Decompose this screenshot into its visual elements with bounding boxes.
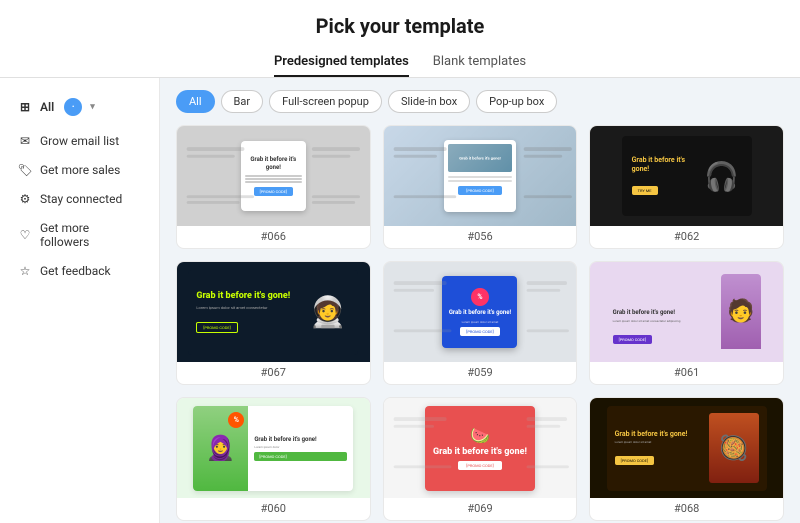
- template-preview-060: % 🧕 Grab it before it's gone! Lorem ipsu…: [193, 406, 353, 491]
- template-label-060: #060: [177, 498, 370, 520]
- pill-bar[interactable]: Bar: [221, 90, 264, 113]
- pill-slidein[interactable]: Slide-in box: [388, 90, 470, 113]
- template-preview-067: Grab it before it's gone! Lorem ipsum do…: [188, 270, 358, 355]
- template-label-056: #056: [384, 226, 577, 248]
- feedback-icon: ☆: [18, 264, 32, 278]
- pill-popup[interactable]: Pop-up box: [476, 90, 557, 113]
- template-preview-061: Grab it before it's gone! Lorem ipsum do…: [607, 270, 767, 355]
- chevron-icon: ▾: [90, 102, 95, 112]
- template-label-062: #062: [590, 226, 783, 248]
- template-card-060[interactable]: % 🧕 Grab it before it's gone! Lorem ipsu…: [176, 397, 371, 521]
- sidebar-item-stay-connected[interactable]: ⚙ Stay connected: [4, 185, 155, 213]
- template-label-061: #061: [590, 362, 783, 384]
- sidebar-item-get-followers[interactable]: ♡ Get more followers: [4, 214, 155, 256]
- grid-icon: ⊞: [18, 100, 32, 114]
- all-badge: ·: [64, 98, 82, 116]
- template-card-069[interactable]: 🍉 Grab it before it's gone! [PROMO CODE]…: [383, 397, 578, 521]
- template-label-068: #068: [590, 498, 783, 520]
- sidebar-item-get-sales[interactable]: 🏷 Get more sales: [4, 156, 155, 184]
- tab-bar: Predesigned templates Blank templates: [0, 48, 800, 77]
- sidebar-get-sales-label: Get more sales: [40, 163, 120, 177]
- main-layout: ⊞ All · ▾ ✉ Grow email list 🏷 Get more s…: [0, 78, 800, 523]
- template-card-056[interactable]: [PROMO CODE] #056: [383, 125, 578, 249]
- template-card-059[interactable]: % Grab it before it's gone! Lorem ipsum …: [383, 261, 578, 385]
- template-label-067: #067: [177, 362, 370, 384]
- template-card-068[interactable]: Grab it before it's gone! Lorem ipsum do…: [589, 397, 784, 521]
- template-label-066: #066: [177, 226, 370, 248]
- person-icon: 🧑: [721, 274, 761, 349]
- food-icon: 🥘: [709, 413, 759, 483]
- sales-icon: 🏷: [18, 163, 32, 177]
- header: Pick your template Predesigned templates…: [0, 0, 800, 78]
- template-card-067[interactable]: Grab it before it's gone! Lorem ipsum do…: [176, 261, 371, 385]
- page-title: Pick your template: [0, 14, 800, 38]
- template-label-069: #069: [384, 498, 577, 520]
- sidebar-item-all[interactable]: ⊞ All · ▾: [4, 91, 155, 123]
- sidebar-item-grow-email[interactable]: ✉ Grow email list: [4, 127, 155, 155]
- sidebar: ⊞ All · ▾ ✉ Grow email list 🏷 Get more s…: [0, 78, 160, 523]
- sidebar-get-followers-label: Get more followers: [40, 221, 141, 249]
- template-card-066[interactable]: Grab it before it's gone! [PROMO CODE] #…: [176, 125, 371, 249]
- sidebar-item-get-feedback[interactable]: ☆ Get feedback: [4, 257, 155, 285]
- sidebar-stay-connected-label: Stay connected: [40, 192, 122, 206]
- template-card-061[interactable]: Grab it before it's gone! Lorem ipsum do…: [589, 261, 784, 385]
- email-icon: ✉: [18, 134, 32, 148]
- template-label-059: #059: [384, 362, 577, 384]
- tab-blank[interactable]: Blank templates: [433, 48, 526, 77]
- template-card-062[interactable]: Grab it before it's gone! TRY ME 🎧 #062: [589, 125, 784, 249]
- pill-all[interactable]: All: [176, 90, 215, 113]
- filter-pills: All Bar Full-screen popup Slide-in box P…: [176, 90, 784, 113]
- connected-icon: ⚙: [18, 192, 32, 206]
- followers-icon: ♡: [18, 228, 32, 242]
- headphones-icon: 🎧: [704, 160, 739, 193]
- content-area: All Bar Full-screen popup Slide-in box P…: [160, 78, 800, 523]
- tab-predesigned[interactable]: Predesigned templates: [274, 48, 409, 77]
- astronaut-icon: 🧑‍🚀: [305, 277, 350, 347]
- sidebar-get-feedback-label: Get feedback: [40, 264, 111, 278]
- template-preview-062: Grab it before it's gone! TRY ME 🎧: [622, 136, 752, 216]
- template-preview-068: Grab it before it's gone! Lorem ipsum do…: [607, 406, 767, 491]
- template-grid: Grab it before it's gone! [PROMO CODE] #…: [176, 125, 784, 521]
- sidebar-all-label: All: [40, 100, 54, 114]
- sidebar-grow-email-label: Grow email list: [40, 134, 119, 148]
- pill-fullscreen[interactable]: Full-screen popup: [269, 90, 382, 113]
